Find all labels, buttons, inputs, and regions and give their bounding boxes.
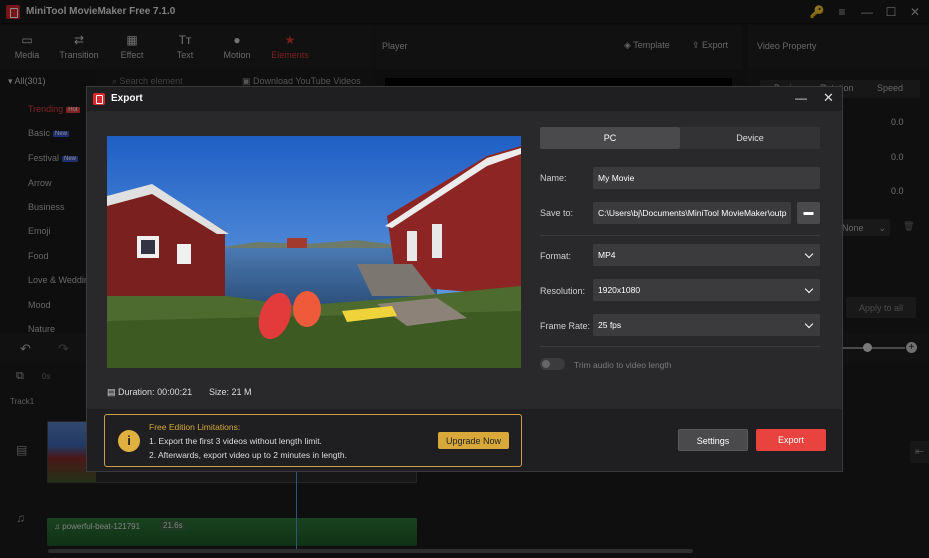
resolution-label: Resolution:: [540, 286, 586, 296]
browse-folder-button[interactable]: ▬: [797, 202, 820, 224]
size-info: Size: 21 M: [209, 387, 252, 397]
name-label: Name:: [540, 173, 567, 183]
video-preview: [107, 136, 521, 368]
settings-button[interactable]: Settings: [678, 429, 748, 451]
divider: [540, 235, 820, 236]
export-logo-icon: [93, 93, 105, 105]
duration-info: ▤ Duration: 00:00:21: [107, 387, 192, 398]
save-to-label: Save to:: [540, 208, 574, 218]
film-icon: ▤: [107, 387, 119, 397]
limitation-1: 1. Export the first 3 videos without len…: [149, 436, 322, 446]
frame-rate-select[interactable]: 25 fps: [593, 314, 820, 336]
tab-device[interactable]: Device: [680, 127, 820, 149]
info-icon: i: [118, 430, 140, 452]
upgrade-now-button[interactable]: Upgrade Now: [438, 432, 509, 449]
export-button[interactable]: Export: [756, 429, 826, 451]
folder-icon: ▬: [803, 207, 814, 218]
format-value: MP4: [598, 250, 616, 260]
divider: [540, 346, 820, 347]
save-to-input[interactable]: C:\Users\bj\Documents\MiniTool MovieMake…: [593, 202, 791, 224]
limitations-title: Free Edition Limitations:: [149, 422, 241, 432]
duration-value: 00:00:21: [157, 387, 193, 397]
limitation-2: 2. Afterwards, export video up to 2 minu…: [149, 450, 347, 460]
resolution-select[interactable]: 1920x1080: [593, 279, 820, 301]
export-dialog-titlebar: Export — ✕: [87, 87, 842, 111]
resolution-value: 1920x1080: [598, 285, 641, 295]
close-dialog-button[interactable]: ✕: [823, 90, 834, 106]
export-dialog: Export — ✕ ▤ Duration: 00:00:21 Size: 21…: [86, 86, 843, 472]
toggle-knob: [542, 360, 550, 368]
format-label: Format:: [540, 251, 572, 261]
limitations-box: i Free Edition Limitations: 1. Export th…: [104, 414, 522, 467]
frame-rate-value: 25 fps: [598, 320, 622, 330]
frame-rate-label: Frame Rate:: [540, 321, 591, 331]
name-input[interactable]: My Movie: [593, 167, 820, 189]
size-label: Size:: [209, 387, 230, 397]
tab-pc[interactable]: PC: [540, 127, 680, 149]
size-value: 21 M: [231, 387, 252, 397]
trim-audio-toggle[interactable]: [540, 358, 565, 370]
export-dialog-title: Export: [111, 93, 143, 104]
trim-audio-label: Trim audio to video length: [574, 360, 672, 370]
minimize-dialog-button[interactable]: —: [795, 91, 807, 105]
format-select[interactable]: MP4: [593, 244, 820, 266]
duration-label: Duration:: [118, 387, 155, 397]
